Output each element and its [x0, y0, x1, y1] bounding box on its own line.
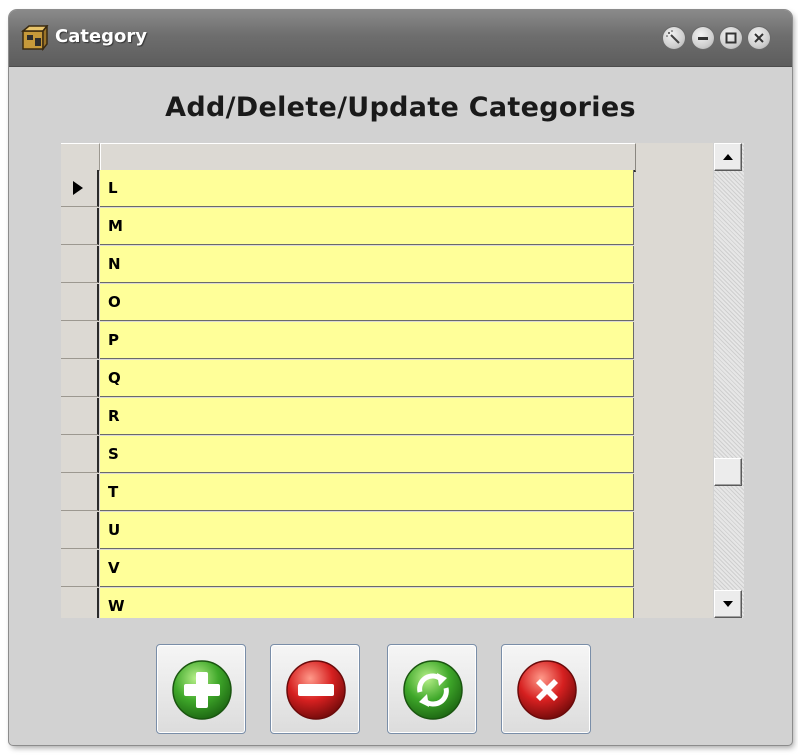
page-heading: Add/Delete/Update Categories — [165, 92, 636, 123]
row-indicator[interactable] — [61, 322, 99, 359]
category-cell[interactable]: L — [100, 170, 634, 207]
plus-icon — [172, 660, 232, 720]
row-indicator[interactable] — [61, 208, 99, 245]
row-indicator[interactable] — [61, 512, 99, 549]
table-row[interactable]: T — [61, 474, 635, 512]
row-indicator[interactable] — [61, 170, 99, 207]
arrow-down-icon — [723, 601, 733, 607]
table-row[interactable]: Q — [61, 360, 635, 398]
category-cell[interactable]: Q — [100, 360, 634, 397]
table-row[interactable]: R — [61, 398, 635, 436]
minimize-button[interactable] — [692, 27, 714, 49]
scroll-up-button[interactable] — [714, 143, 742, 171]
table-row[interactable]: U — [61, 512, 635, 550]
category-window: Category Add/Delete/Update Categories L … — [9, 10, 792, 745]
row-indicator[interactable] — [61, 246, 99, 283]
current-row-pointer-icon — [73, 181, 83, 195]
maximize-icon — [725, 32, 737, 44]
maximize-button[interactable] — [720, 27, 742, 49]
wand-icon — [666, 30, 680, 44]
scroll-down-button[interactable] — [714, 590, 742, 618]
category-cell[interactable]: U — [100, 512, 634, 549]
table-row[interactable]: V — [61, 550, 635, 588]
table-row[interactable]: W — [61, 588, 635, 618]
category-cell[interactable]: M — [100, 208, 634, 245]
row-indicator[interactable] — [61, 398, 99, 435]
header-indicator-cell — [61, 143, 100, 171]
row-indicator[interactable] — [61, 550, 99, 587]
minimize-icon — [698, 37, 708, 40]
minus-icon — [286, 660, 346, 720]
row-indicator[interactable] — [61, 284, 99, 321]
table-row[interactable]: N — [61, 246, 635, 284]
wand-button[interactable] — [663, 27, 685, 49]
title-bar[interactable]: Category — [9, 10, 792, 67]
column-header[interactable] — [100, 143, 636, 172]
category-grid[interactable]: L M N O P Q R S T U V W — [61, 143, 713, 618]
row-indicator[interactable] — [61, 360, 99, 397]
close-window-button[interactable] — [748, 27, 770, 49]
table-row[interactable]: M — [61, 208, 635, 246]
row-indicator[interactable] — [61, 588, 99, 618]
close-icon — [754, 33, 764, 43]
update-button[interactable] — [387, 644, 477, 734]
category-cell[interactable]: N — [100, 246, 634, 283]
app-icon — [21, 25, 49, 51]
table-row[interactable]: L — [61, 170, 635, 208]
x-icon — [517, 660, 577, 720]
row-indicator[interactable] — [61, 474, 99, 511]
table-row[interactable]: P — [61, 322, 635, 360]
grid-header — [61, 143, 636, 172]
add-button[interactable] — [156, 644, 246, 734]
delete-button[interactable] — [270, 644, 360, 734]
refresh-icon — [403, 660, 463, 720]
category-cell[interactable]: T — [100, 474, 634, 511]
table-row[interactable]: S — [61, 436, 635, 474]
category-cell[interactable]: P — [100, 322, 634, 359]
arrow-up-icon — [723, 154, 733, 160]
table-row[interactable]: O — [61, 284, 635, 322]
scroll-thumb[interactable] — [714, 458, 742, 486]
category-cell[interactable]: O — [100, 284, 634, 321]
category-cell[interactable]: W — [100, 588, 634, 618]
category-cell[interactable]: V — [100, 550, 634, 587]
close-form-button[interactable] — [501, 644, 591, 734]
window-title: Category — [55, 26, 148, 47]
category-cell[interactable]: R — [100, 398, 634, 435]
row-indicator[interactable] — [61, 436, 99, 473]
vertical-scrollbar[interactable] — [714, 143, 744, 618]
category-cell[interactable]: S — [100, 436, 634, 473]
